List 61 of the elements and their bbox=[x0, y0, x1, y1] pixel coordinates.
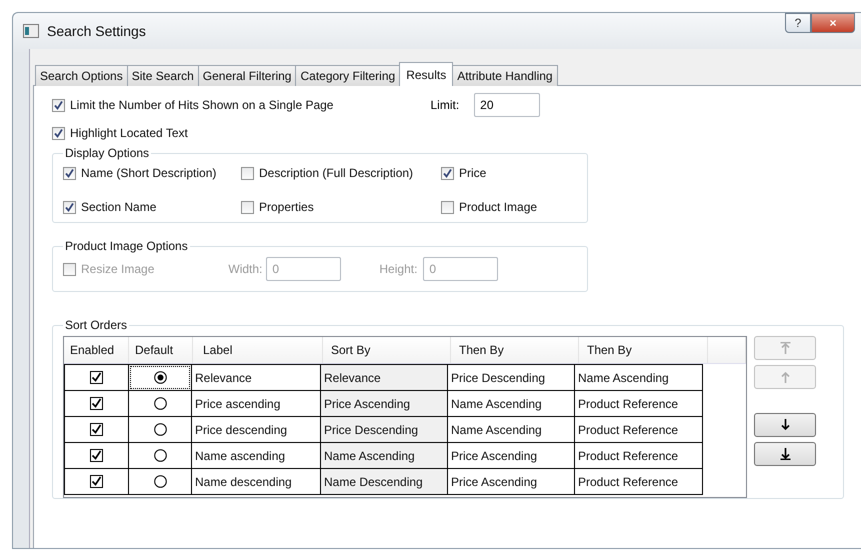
checkbox-label: Product Image bbox=[459, 200, 538, 214]
radio-button[interactable] bbox=[154, 423, 166, 436]
radio-button[interactable] bbox=[154, 397, 166, 410]
checkbox-label: Price bbox=[459, 166, 486, 180]
group-title: Sort Orders bbox=[64, 318, 128, 332]
checkbox[interactable] bbox=[63, 200, 76, 214]
radio-button[interactable] bbox=[154, 475, 166, 488]
checkbox[interactable] bbox=[241, 200, 254, 214]
height-label: Height: bbox=[379, 262, 418, 276]
radio-button[interactable] bbox=[154, 371, 166, 384]
checkbox-label: Limit the Number of Hits Shown on a Single Page bbox=[70, 98, 334, 112]
tab[interactable]: Search Options bbox=[35, 65, 128, 86]
table-cell: Price Ascending bbox=[320, 390, 448, 417]
checkbox[interactable] bbox=[241, 166, 254, 180]
table-cell: Relevance bbox=[320, 364, 448, 391]
group-title: Display Options bbox=[64, 146, 150, 160]
checkbox[interactable] bbox=[90, 475, 103, 488]
table-cell: Name Descending bbox=[320, 468, 448, 495]
checkbox[interactable] bbox=[441, 200, 454, 214]
checkbox[interactable] bbox=[52, 126, 65, 140]
move-button[interactable] bbox=[754, 442, 816, 466]
arrow-down-icon bbox=[780, 419, 790, 431]
help-button[interactable]: ? bbox=[785, 13, 811, 33]
table-cell: Price Descending bbox=[320, 416, 448, 443]
column-header[interactable]: Then By bbox=[451, 337, 579, 363]
window-title: Search Settings bbox=[47, 23, 146, 39]
checkbox[interactable] bbox=[441, 166, 454, 180]
radio-button[interactable] bbox=[154, 449, 166, 462]
checkbox-label: Properties bbox=[259, 200, 314, 214]
arrow-up-icon bbox=[780, 342, 790, 354]
checkbox-label: Resize Image bbox=[81, 262, 154, 276]
column-header[interactable]: Sort By bbox=[323, 337, 451, 363]
table-cell: Product Reference bbox=[574, 468, 703, 495]
group-title: Product Image Options bbox=[64, 239, 189, 253]
column-header[interactable]: Default bbox=[129, 337, 193, 363]
table-cell: Name Ascending bbox=[574, 364, 703, 391]
tab[interactable]: Category Filtering bbox=[295, 65, 400, 86]
table-cell: Name Ascending bbox=[320, 442, 448, 469]
checkbox-label: Description (Full Description) bbox=[259, 166, 414, 180]
checkbox[interactable] bbox=[52, 98, 65, 112]
window-icon bbox=[23, 24, 39, 38]
checkbox-label: Name (Short Description) bbox=[81, 166, 216, 180]
arrow-up-icon bbox=[780, 371, 790, 383]
checkbox[interactable] bbox=[90, 449, 103, 462]
arrow-down-icon bbox=[780, 448, 790, 460]
checkbox[interactable] bbox=[63, 166, 76, 180]
checkbox[interactable] bbox=[90, 371, 103, 384]
column-header[interactable]: Label bbox=[193, 337, 323, 363]
limit-label: Limit: bbox=[430, 98, 460, 112]
checkbox-label: Highlight Located Text bbox=[70, 126, 188, 140]
checkbox[interactable] bbox=[90, 423, 103, 436]
column-header[interactable]: Then By bbox=[579, 337, 708, 363]
checkbox[interactable] bbox=[90, 397, 103, 410]
tab[interactable]: General Filtering bbox=[198, 65, 296, 86]
column-header[interactable]: Enabled bbox=[64, 337, 129, 363]
tab[interactable]: Results bbox=[399, 62, 454, 86]
checkbox-label: Section Name bbox=[81, 200, 156, 214]
tab[interactable]: Attribute Handling bbox=[452, 65, 558, 86]
limit-field[interactable]: 20 bbox=[474, 93, 540, 117]
width-label: Width: bbox=[228, 262, 262, 276]
tab[interactable]: Site Search bbox=[126, 65, 199, 86]
